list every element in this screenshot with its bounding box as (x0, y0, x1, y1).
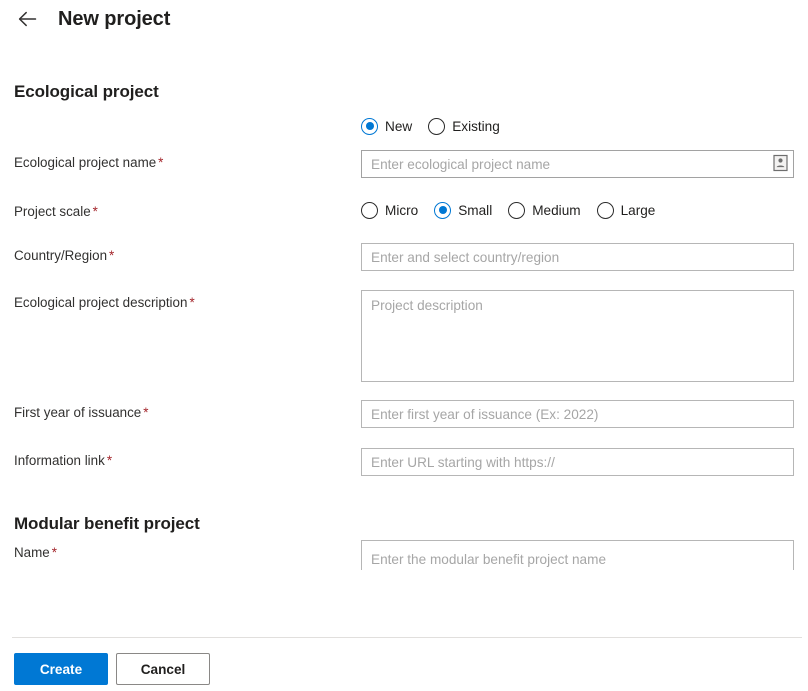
section-title-modular: Modular benefit project (14, 514, 200, 533)
row-ecological-project-name: Ecological project name * (0, 150, 808, 178)
field-modular-benefit-project-name[interactable] (361, 540, 794, 570)
label-text-first-year-of-issuance: First year of issuance (14, 405, 142, 420)
label-first-year-of-issuance: First year of issuance * (14, 400, 361, 421)
input-first-year-of-issuance[interactable] (362, 401, 793, 427)
form-scroll-region[interactable]: Ecological project New Existing Ecologic… (0, 38, 808, 637)
textarea-ecological-project-description[interactable] (362, 291, 793, 381)
label-information-link: Information link * (14, 448, 361, 469)
page-header: New project (0, 0, 808, 38)
input-ecological-project-name[interactable] (362, 151, 793, 177)
required-asterisk: * (106, 453, 113, 468)
row-ecological-project-description: Ecological project description * (0, 290, 808, 382)
control-ecological-project-name (361, 150, 794, 178)
label-country-region: Country/Region * (14, 243, 361, 264)
radio-mark-micro (361, 201, 378, 219)
footer-divider (12, 637, 802, 638)
field-ecological-project-name[interactable] (361, 150, 794, 178)
radio-label-large: Large (620, 202, 656, 218)
label-text-ecological-project-description: Ecological project description (14, 295, 188, 310)
contact-card-icon (773, 154, 788, 174)
control-first-year-of-issuance (361, 400, 794, 428)
row-country-region: Country/Region * (0, 243, 808, 271)
row-label-project-mode (14, 115, 361, 119)
control-country-region (361, 243, 794, 271)
radio-label-micro: Micro (385, 202, 419, 218)
radio-scale-micro[interactable]: Micro (361, 201, 419, 219)
label-text-information-link: Information link (14, 453, 105, 468)
radio-scale-medium[interactable]: Medium (508, 201, 581, 219)
back-button[interactable] (12, 3, 44, 35)
row-control-project-mode: New Existing (361, 115, 794, 137)
row-project-mode: New Existing (0, 115, 808, 137)
footer-actions: Create Cancel (0, 637, 808, 685)
label-project-scale: Project scale * (14, 199, 361, 220)
required-asterisk: * (158, 155, 164, 170)
input-information-link[interactable] (362, 449, 793, 475)
control-ecological-project-description (361, 290, 794, 382)
radio-mode-existing[interactable]: Existing (428, 117, 500, 135)
input-modular-benefit-project-name[interactable] (362, 541, 793, 570)
row-information-link: Information link * (0, 448, 808, 476)
radio-mark-new (361, 117, 378, 135)
radio-label-medium: Medium (532, 202, 581, 218)
label-ecological-project-name: Ecological project name * (14, 150, 361, 171)
required-asterisk: * (109, 248, 115, 263)
label-text-project-scale: Project scale (14, 204, 91, 219)
control-project-scale: Micro Small Medium Large (361, 199, 794, 221)
label-modular-benefit-project-name: Name * (14, 540, 361, 561)
row-modular-benefit-project-name: Name * (0, 540, 808, 570)
required-asterisk: * (189, 295, 195, 310)
field-first-year-of-issuance[interactable] (361, 400, 794, 428)
row-project-scale: Project scale * Micro Small Medium Large (0, 199, 808, 221)
page-title: New project (58, 7, 171, 30)
section-title-ecological: Ecological project (14, 82, 159, 101)
radio-group-project-scale: Micro Small Medium Large (361, 199, 794, 221)
arrow-left-icon (17, 10, 39, 28)
row-first-year-of-issuance: First year of issuance * (0, 400, 808, 428)
radio-mark-large (596, 201, 614, 219)
field-ecological-project-description[interactable] (361, 290, 794, 382)
label-text-country-region: Country/Region (14, 248, 108, 263)
radio-label-existing: Existing (452, 118, 500, 134)
create-button[interactable]: Create (14, 653, 108, 685)
radio-scale-small[interactable]: Small (434, 201, 493, 219)
field-country-region[interactable] (361, 243, 794, 271)
footer-action-bar: Create Cancel (0, 637, 808, 691)
radio-mark-medium (508, 201, 526, 219)
radio-label-new: New (385, 118, 413, 134)
field-information-link[interactable] (361, 448, 794, 476)
input-country-region[interactable] (362, 244, 793, 270)
control-information-link (361, 448, 794, 476)
label-ecological-project-description: Ecological project description * (14, 290, 361, 311)
required-asterisk: * (92, 204, 98, 219)
radio-group-project-mode: New Existing (361, 115, 794, 137)
label-text-ecological-project-name: Ecological project name (14, 155, 157, 170)
required-asterisk: * (143, 405, 149, 420)
required-asterisk: * (51, 545, 57, 560)
cancel-button[interactable]: Cancel (116, 653, 210, 685)
contact-card-icon-button[interactable] (772, 154, 789, 174)
section-modular-benefit-project: Modular benefit project (0, 514, 808, 534)
section-ecological-project: Ecological project (0, 82, 808, 102)
radio-mark-existing (428, 117, 446, 135)
radio-mode-new[interactable]: New (361, 117, 413, 135)
control-modular-benefit-project-name (361, 540, 794, 570)
radio-scale-large[interactable]: Large (596, 201, 656, 219)
label-text-modular-benefit-project-name: Name (14, 545, 50, 560)
radio-mark-small (434, 201, 452, 219)
radio-label-small: Small (458, 202, 493, 218)
